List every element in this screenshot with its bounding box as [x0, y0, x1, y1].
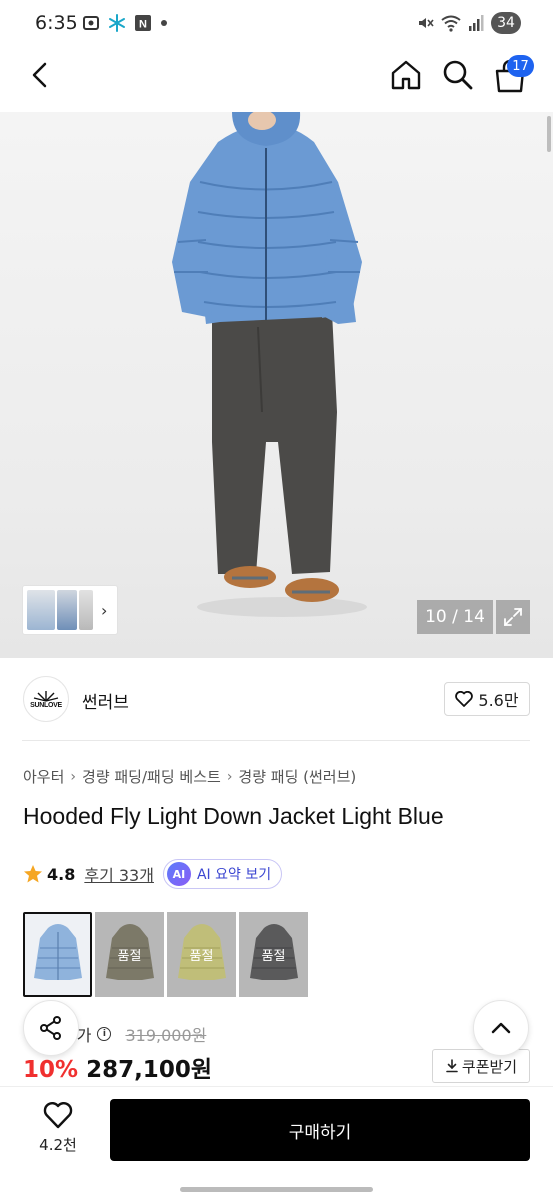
original-price: 319,000원	[125, 1026, 207, 1045]
color-option-yellow[interactable]: 품절	[167, 912, 236, 997]
chevron-right-icon: ›	[70, 768, 77, 785]
chevron-up-icon	[491, 1022, 511, 1034]
mute-icon	[419, 18, 434, 28]
breadcrumb-item[interactable]: 아우터	[23, 766, 64, 787]
back-icon[interactable]	[26, 60, 56, 90]
info-icon[interactable]: i	[97, 1027, 112, 1041]
scrollbar[interactable]	[547, 116, 551, 152]
coupon-label: 쿠폰받기	[461, 1057, 518, 1076]
original-price-row: 정가 i 319,000원	[62, 1022, 206, 1046]
n-app-icon: N	[135, 15, 151, 31]
thumbnail-image[interactable]	[79, 590, 93, 630]
scroll-top-button[interactable]	[473, 1000, 529, 1056]
discount-rate: 10%	[23, 1057, 79, 1083]
chevron-right-icon[interactable]: ›	[101, 601, 107, 620]
chevron-right-icon: ›	[226, 768, 233, 785]
rating-value: 4.8	[47, 864, 76, 884]
breadcrumb-item[interactable]: 경량 패딩/패딩 베스트	[82, 766, 221, 787]
soldout-label: 품절	[239, 912, 308, 997]
model-photo	[172, 112, 367, 617]
status-icons-left: N	[82, 14, 168, 32]
rating-row: 4.8 후기 33개 AI AI 요약 보기	[23, 858, 283, 890]
heart-icon	[43, 1102, 73, 1129]
product-image-gallery[interactable]: › 10 / 14	[0, 112, 553, 658]
download-icon	[446, 1059, 458, 1073]
brand-logo[interactable]: SUNLOVE	[23, 676, 69, 722]
buy-button[interactable]: 구매하기	[110, 1099, 530, 1161]
brand-name[interactable]: 썬러브	[82, 688, 129, 713]
color-option-light-blue[interactable]	[23, 912, 92, 997]
ai-summary-button[interactable]: AI AI 요약 보기	[162, 859, 283, 889]
wishlist-count: 4.2천	[39, 1136, 77, 1154]
review-count-link[interactable]: 후기 33개	[84, 862, 154, 886]
expand-icon	[504, 608, 522, 626]
wifi-icon	[441, 15, 461, 32]
soldout-label: 품절	[95, 912, 164, 997]
coupon-button[interactable]: 쿠폰받기	[432, 1049, 530, 1083]
ai-summary-label: AI 요약 보기	[196, 867, 272, 883]
breadcrumb-item[interactable]: 경량 패딩 (썬러브)	[238, 766, 356, 787]
heart-icon	[455, 691, 474, 707]
share-icon	[40, 1016, 61, 1040]
cart-count-badge: 17	[507, 55, 534, 77]
color-option-olive[interactable]: 품절	[95, 912, 164, 997]
wishlist-button[interactable]: 4.2천	[26, 1101, 90, 1161]
dot-icon	[161, 20, 167, 26]
image-counter: 10 / 14	[417, 600, 493, 634]
sale-price: 287,100원	[86, 1057, 212, 1083]
product-title: Hooded Fly Light Down Jacket Light Blue	[23, 803, 444, 829]
star-icon	[24, 865, 42, 883]
share-button[interactable]	[23, 1000, 79, 1056]
bottom-action-bar: 4.2천 구매하기	[0, 1086, 553, 1200]
status-time: 6:35	[35, 12, 78, 34]
expand-button[interactable]	[496, 600, 530, 634]
svg-text:N: N	[139, 19, 147, 31]
brand-like-count: 5.6만	[478, 691, 519, 710]
jacket-thumbnail	[33, 923, 82, 980]
ai-icon: AI	[166, 862, 191, 886]
gallery-thumbnail-strip[interactable]: ›	[22, 585, 118, 635]
brand-logo-text: SUNLOVE	[30, 701, 62, 709]
screenshot-icon	[83, 16, 99, 30]
sun-logo-icon	[33, 690, 59, 702]
status-bar: 6:35 N 34	[0, 0, 553, 48]
battery-indicator: 34	[491, 12, 521, 34]
breadcrumb: 아우터 › 경량 패딩/패딩 베스트 › 경량 패딩 (썬러브)	[23, 766, 356, 787]
status-icons-right: 34	[416, 12, 521, 34]
brand-like-button[interactable]: 5.6만	[444, 682, 530, 716]
soldout-label: 품절	[167, 912, 236, 997]
thumbnail-image[interactable]	[27, 590, 55, 630]
search-icon[interactable]	[441, 58, 475, 92]
thumbnail-image[interactable]	[57, 590, 77, 630]
color-options: 품절 품절 품절	[23, 912, 308, 997]
snowflake-icon	[109, 14, 125, 32]
home-indicator[interactable]	[180, 1187, 373, 1192]
brand-row: SUNLOVE 썬러브 5.6만	[0, 668, 553, 730]
home-icon[interactable]	[389, 58, 423, 92]
color-option-charcoal[interactable]: 품절	[239, 912, 308, 997]
top-navigation: 17	[0, 48, 553, 112]
signal-icon	[469, 15, 484, 31]
divider	[22, 740, 530, 741]
